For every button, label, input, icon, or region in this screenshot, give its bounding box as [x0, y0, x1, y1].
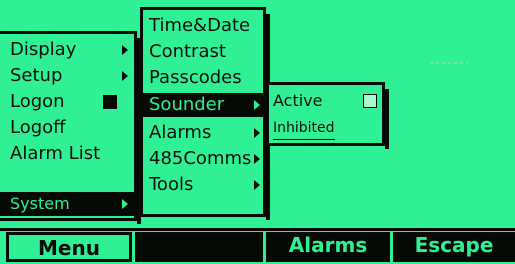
- main-menu-item-system[interactable]: System: [0, 192, 134, 216]
- main-menu-item-alarm-list-label: Alarm List: [10, 143, 101, 164]
- chevron-right-icon: [254, 100, 260, 110]
- system-item-485comms[interactable]: 485Comms: [143, 147, 263, 171]
- sounder-submenu-shadow: [385, 89, 389, 149]
- system-item-tools-label: Tools: [149, 174, 194, 195]
- sounder-item-active-label: Active: [273, 91, 323, 110]
- system-item-passcodes-label: Passcodes: [149, 67, 242, 88]
- chevron-right-icon: [254, 154, 260, 164]
- sounder-submenu: Active Inhibited: [266, 82, 385, 146]
- softkey-alarms-label: Alarms: [288, 233, 368, 257]
- main-menu-item-logoff-label: Logoff: [10, 117, 66, 138]
- main-menu-item-logoff[interactable]: Logoff: [0, 116, 134, 140]
- main-menu-item-logon-label: Logon: [10, 91, 65, 112]
- system-item-contrast-label: Contrast: [149, 41, 226, 62]
- checkbox-icon: [363, 94, 377, 108]
- chevron-right-icon: [122, 71, 128, 81]
- softkey-menu[interactable]: Menu: [6, 232, 132, 262]
- system-item-passcodes[interactable]: Passcodes: [143, 66, 263, 90]
- lcd-noise: [430, 62, 468, 64]
- system-item-alarms-label: Alarms: [149, 122, 212, 143]
- system-item-sounder-label: Sounder: [149, 94, 225, 115]
- softkey-escape[interactable]: Escape: [393, 232, 515, 262]
- chevron-right-icon: [122, 45, 128, 55]
- softkey-menu-label: Menu: [38, 236, 100, 260]
- sounder-item-active[interactable]: Active: [269, 90, 382, 112]
- chevron-right-icon: [122, 199, 128, 209]
- main-menu-item-display-label: Display: [10, 39, 77, 60]
- system-item-alarms[interactable]: Alarms: [143, 121, 263, 145]
- softkey-bar-line: [0, 228, 515, 231]
- main-menu-item-logon[interactable]: Logon: [0, 90, 134, 114]
- system-item-contrast[interactable]: Contrast: [143, 40, 263, 64]
- sounder-item-inhibited[interactable]: Inhibited: [269, 117, 382, 140]
- system-item-time-date-label: Time&Date: [149, 15, 251, 36]
- checkbox-filled-icon: [103, 95, 117, 109]
- sounder-item-inhibited-label: Inhibited: [273, 117, 335, 140]
- system-submenu: Time&Date Contrast Passcodes Sounder Ala…: [140, 7, 266, 217]
- softkey-escape-label: Escape: [414, 233, 494, 257]
- softkey-blank[interactable]: [135, 232, 263, 262]
- main-menu-item-setup[interactable]: Setup: [0, 64, 134, 88]
- main-menu-item-alarm-list[interactable]: Alarm List: [0, 142, 134, 166]
- softkey-alarms[interactable]: Alarms: [266, 232, 390, 262]
- main-menu: Display Setup Logon Logoff Alarm List Sy…: [0, 31, 137, 221]
- main-menu-item-display[interactable]: Display: [0, 38, 134, 62]
- system-item-sounder[interactable]: Sounder: [143, 93, 263, 117]
- system-item-time-date[interactable]: Time&Date: [143, 14, 263, 38]
- main-menu-item-setup-label: Setup: [10, 65, 63, 86]
- chevron-right-icon: [254, 180, 260, 190]
- chevron-right-icon: [254, 128, 260, 138]
- system-item-tools[interactable]: Tools: [143, 173, 263, 197]
- main-menu-item-system-label: System: [10, 194, 70, 213]
- system-item-485comms-label: 485Comms: [149, 148, 252, 169]
